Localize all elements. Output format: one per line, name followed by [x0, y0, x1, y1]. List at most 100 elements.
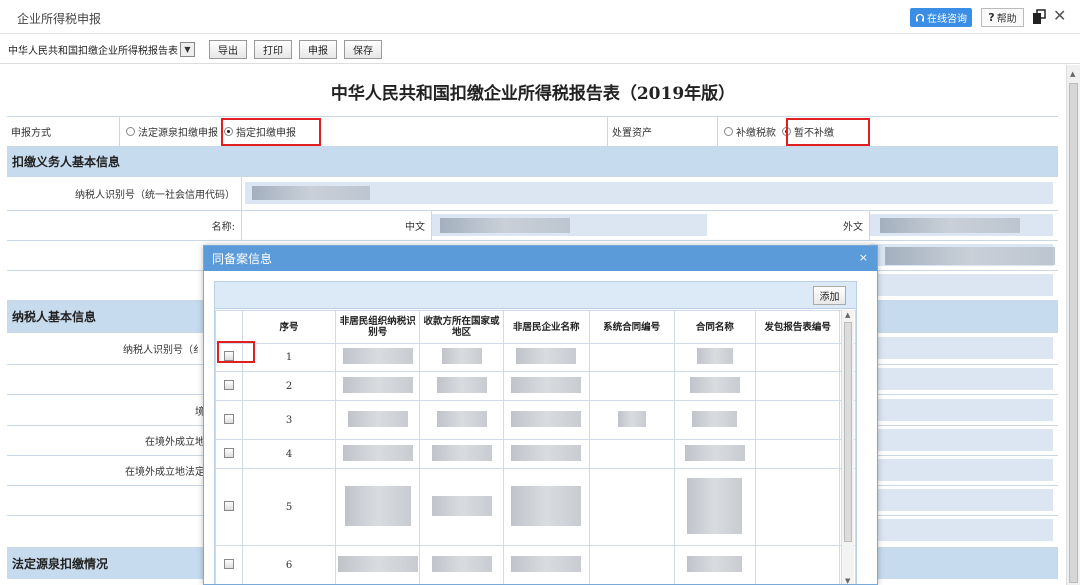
row-seq: 2 [241, 371, 337, 401]
redacted-value [687, 477, 743, 534]
table-row[interactable]: 1 [215, 343, 856, 372]
contract-filing-dialog: 同备案信息 × 添加 序号 非居民组织纳税识别号 收款方所在国家或地区 非居民企… [203, 245, 878, 585]
table-row[interactable]: 5 [215, 468, 856, 546]
partial-label-1: 境 [195, 406, 205, 418]
app-header: 企业所得税申报 在线咨询 ? 帮助 ✕ [0, 0, 1080, 34]
chevron-down-icon[interactable]: ▼ [180, 42, 195, 57]
taxpayer-id-label-2: 纳税人识别号（纟 [123, 345, 203, 356]
declaration-row: 申报方式 法定源泉扣缴申报 指定扣缴申报 处置资产 补缴税款 暂不补缴 [7, 116, 1058, 146]
partial-label-2: 在境外成立地 [145, 437, 205, 448]
row-checkbox[interactable] [223, 379, 234, 390]
close-icon[interactable]: ✕ [1053, 6, 1066, 25]
dialog-toolbar: 添加 [215, 282, 856, 309]
question-icon: ? [988, 11, 995, 24]
highlight-box [217, 341, 255, 363]
table-row[interactable]: 6 [215, 545, 856, 584]
redacted-value [516, 348, 577, 364]
col-header-seq: 序号 [241, 310, 337, 344]
taxpayer-field-3[interactable] [870, 399, 1053, 421]
taxpayer-field-4[interactable] [870, 429, 1053, 451]
help-button[interactable]: ? 帮助 [981, 8, 1024, 27]
col-header-report-no: 发包报告表编号 [755, 310, 840, 344]
app-title: 企业所得税申报 [17, 12, 102, 26]
redacted-value [684, 444, 745, 461]
table-row[interactable]: 4 [215, 439, 856, 469]
redacted-value [337, 556, 418, 572]
scrollbar-thumb[interactable] [1069, 83, 1078, 583]
toolbar: 中华人民共和国扣缴企业所得税报告表 ▼ 导出 打印 申报 保存 [0, 34, 1080, 64]
close-icon[interactable]: × [859, 251, 868, 264]
row-seq: 3 [241, 400, 337, 440]
dialog-scrollbar[interactable]: ▲ ▼ [841, 310, 854, 584]
radio-dot-icon [126, 127, 135, 136]
col-header-check [215, 310, 243, 344]
name-label: 名称: [211, 222, 235, 233]
report-type-select[interactable]: 中华人民共和国扣缴企业所得税报告表 ▼ [8, 40, 195, 59]
redacted-value [689, 376, 740, 393]
contract-table: 序号 非居民组织纳税识别号 收款方所在国家或地区 非居民企业名称 系统合同编号 … [215, 310, 856, 584]
redacted-value [617, 410, 646, 427]
row-checkbox[interactable] [223, 559, 234, 569]
redacted-value [431, 495, 492, 516]
redacted-value [687, 556, 743, 572]
highlight-box [221, 118, 321, 146]
redacted-value [511, 376, 582, 393]
taxpayer-id-label: 纳税人识别号（统一社会信用代码） [75, 190, 235, 201]
col-header-nonresident-id: 非居民组织纳税识别号 [335, 310, 421, 344]
table-row[interactable]: 2 [215, 371, 856, 401]
asset-disposal-label: 处置资产 [607, 117, 717, 146]
redacted-value [692, 410, 738, 427]
redacted-value [347, 410, 408, 427]
redacted-value [342, 444, 413, 461]
scroll-down-icon[interactable]: ▼ [845, 577, 850, 584]
headset-icon [915, 13, 925, 21]
redacted-value [436, 410, 487, 427]
table-row[interactable]: 3 [215, 400, 856, 440]
row-seq: 5 [241, 468, 337, 546]
scroll-up-icon[interactable]: ▲ [845, 311, 850, 319]
add-button[interactable]: 添加 [813, 286, 846, 305]
asset-disposal-options: 补缴税款 暂不补缴 [717, 117, 1058, 146]
radio-pay-tax[interactable]: 补缴税款 [724, 124, 776, 139]
form-scrollbar[interactable]: ▲ [1066, 65, 1080, 585]
col-header-contract-no: 系统合同编号 [588, 310, 675, 344]
print-button[interactable]: 打印 [254, 40, 292, 59]
taxpayer-field-6[interactable] [870, 489, 1053, 511]
row-seq: 6 [241, 545, 337, 584]
report-type-value: 中华人民共和国扣缴企业所得税报告表 [8, 46, 178, 57]
online-consult-button[interactable]: 在线咨询 [910, 8, 972, 27]
scroll-up-icon[interactable]: ▲ [1070, 70, 1075, 78]
submit-button[interactable]: 申报 [299, 40, 337, 59]
row-seq: 1 [241, 343, 337, 372]
dialog-body: 添加 序号 非居民组织纳税识别号 收款方所在国家或地区 非居民企业名称 系统合同… [214, 281, 857, 584]
radio-statutory[interactable]: 法定源泉扣缴申报 [126, 124, 218, 139]
col-header-company-name: 非居民企业名称 [502, 310, 590, 344]
taxpayer-field-7[interactable] [870, 519, 1053, 541]
row-checkbox[interactable] [223, 500, 234, 511]
partial-label-4: I [7, 486, 207, 515]
redacted-value [696, 348, 733, 364]
row-seq: 4 [241, 439, 337, 469]
radio-dot-icon [724, 127, 733, 136]
declaration-method-label: 申报方式 [11, 128, 51, 139]
scrollbar-thumb[interactable] [844, 322, 852, 542]
row-checkbox[interactable] [223, 413, 234, 424]
withholder-field-4[interactable] [870, 274, 1053, 296]
chinese-label: 中文 [241, 211, 431, 240]
redacted-value [880, 218, 1020, 233]
foreign-label: 外文 [843, 222, 863, 233]
restore-window-icon[interactable] [1032, 9, 1046, 25]
declaration-method-options: 法定源泉扣缴申报 指定扣缴申报 [119, 117, 607, 146]
row-checkbox[interactable] [223, 447, 234, 458]
taxpayer-field-5[interactable] [870, 459, 1053, 481]
redacted-value [441, 348, 482, 364]
taxpayer-id-field-2[interactable] [870, 337, 1053, 359]
export-button[interactable]: 导出 [209, 40, 247, 59]
redacted-value [511, 410, 582, 427]
table-header-row: 序号 非居民组织纳税识别号 收款方所在国家或地区 非居民企业名称 系统合同编号 … [215, 310, 856, 344]
taxpayer-field-2[interactable] [870, 368, 1053, 390]
redacted-value [431, 444, 492, 461]
redacted-value [440, 218, 570, 233]
save-button[interactable]: 保存 [344, 40, 382, 59]
form-title: 中华人民共和国扣缴企业所得税报告表（2019年版） [330, 84, 736, 104]
